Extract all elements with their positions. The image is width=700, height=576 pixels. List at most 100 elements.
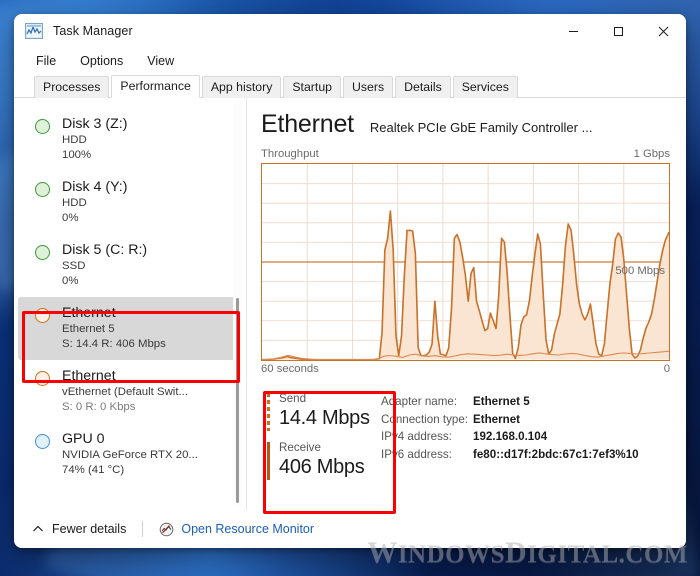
- ipv6-address-label: IPv6 address:: [381, 447, 452, 461]
- sidebar-item-vethernet[interactable]: Ethernet vEthernet (Default Swit... S: 0…: [18, 360, 236, 423]
- chevron-up-icon: [33, 525, 43, 532]
- menu-bar: File Options View: [14, 48, 686, 74]
- sidebar-item-title: Disk 5 (C: R:): [62, 242, 148, 258]
- page-title: Ethernet: [261, 110, 354, 138]
- sidebar-item-title: Disk 4 (Y:): [62, 179, 128, 195]
- stats-row: Send 14.4 Mbps Receive 406 Mbps Adapter …: [261, 391, 670, 480]
- menu-item-view[interactable]: View: [145, 52, 176, 70]
- watermark-part-2: indows: [397, 541, 506, 568]
- status-dot-icon: [35, 371, 50, 386]
- sidebar-item-disk-3[interactable]: Disk 3 (Z:) HDD 100%: [18, 108, 236, 171]
- task-manager-window: Task Manager File Options View Processes…: [14, 14, 686, 548]
- fewer-details-button[interactable]: Fewer details: [32, 522, 126, 536]
- maximize-button[interactable]: [596, 14, 641, 48]
- graph-label: Throughput: [261, 148, 319, 160]
- adapter-info-row: IPv6 address: fe80::d17f:2bdc:67c1:7ef3%…: [381, 446, 670, 464]
- status-dot-icon: [35, 119, 50, 134]
- status-dot-icon: [35, 434, 50, 449]
- tab-startup[interactable]: Startup: [283, 76, 341, 98]
- menu-item-options[interactable]: Options: [78, 52, 125, 70]
- receive-stat: Receive 406 Mbps: [267, 440, 381, 480]
- sidebar-item-title: Ethernet: [62, 305, 116, 321]
- send-value: 14.4 Mbps: [279, 407, 370, 429]
- window-title: Task Manager: [53, 24, 133, 38]
- graph-time-start: 60 seconds: [261, 363, 319, 375]
- receive-value: 406 Mbps: [279, 456, 365, 478]
- performance-detail-panel: Ethernet Realtek PCIe GbE Family Control…: [247, 98, 686, 510]
- sidebar-item-metric: 100%: [62, 149, 92, 161]
- sidebar-item-disk-4[interactable]: Disk 4 (Y:) HDD 0%: [18, 171, 236, 234]
- tab-processes[interactable]: Processes: [34, 76, 110, 98]
- tab-performance[interactable]: Performance: [111, 75, 200, 98]
- fewer-details-label: Fewer details: [52, 522, 127, 536]
- menu-item-file[interactable]: File: [34, 52, 58, 70]
- adapter-info-table: Adapter name: Ethernet 5 Connection type…: [381, 391, 670, 480]
- adapter-info-row: Connection type: Ethernet: [381, 411, 670, 429]
- send-receive-stats: Send 14.4 Mbps Receive 406 Mbps: [261, 391, 381, 480]
- adapter-info-row: Adapter name: Ethernet 5: [381, 393, 670, 411]
- sidebar-item-metric: S: 14.4 R: 406 Mbps: [62, 338, 166, 350]
- sidebar-item-metric: S: 0 R: 0 Kbps: [62, 401, 136, 413]
- graph-marker-label: 500 Mbps: [615, 265, 665, 277]
- watermark-part-1: W: [367, 536, 398, 569]
- window-controls: [551, 14, 686, 48]
- receive-legend-swatch: [267, 442, 270, 480]
- ipv4-address-label: IPv4 address:: [381, 430, 452, 443]
- status-dot-icon: [35, 245, 50, 260]
- sidebar-item-subtitle: HDD: [62, 197, 87, 209]
- connection-type-label: Connection type:: [381, 412, 469, 426]
- send-legend-swatch: [267, 393, 270, 431]
- send-label: Send: [279, 392, 307, 405]
- status-dot-icon: [35, 182, 50, 197]
- graph-max-label: 1 Gbps: [633, 148, 670, 160]
- watermark-part-3: D: [505, 536, 528, 569]
- tab-services[interactable]: Services: [452, 76, 518, 98]
- adapter-info-row: IPv4 address: 192.168.0.104: [381, 428, 670, 446]
- sidebar-item-title: GPU 0: [62, 431, 105, 447]
- sidebar-item-subtitle: NVIDIA GeForce RTX 20...: [62, 449, 198, 461]
- sidebar-item-subtitle: SSD: [62, 260, 86, 272]
- maximize-icon: [614, 26, 623, 36]
- sidebar-item-ethernet-5[interactable]: Ethernet Ethernet 5 S: 14.4 R: 406 Mbps: [18, 297, 236, 360]
- status-dot-icon: [35, 308, 50, 323]
- title-bar[interactable]: Task Manager: [14, 14, 686, 48]
- throughput-graph[interactable]: 500 Mbps: [261, 163, 670, 361]
- sidebar-item-metric: 0%: [62, 275, 79, 287]
- receive-label: Receive: [279, 441, 321, 454]
- tab-users[interactable]: Users: [343, 76, 394, 98]
- sidebar-item-disk-5[interactable]: Disk 5 (C: R:) SSD 0%: [18, 234, 236, 297]
- sidebar-item-metric: 0%: [62, 212, 79, 224]
- throughput-chart-svg: [262, 164, 669, 360]
- sidebar-item-gpu-0[interactable]: GPU 0 NVIDIA GeForce RTX 20... 74% (41 °…: [18, 423, 236, 486]
- close-button[interactable]: [641, 14, 686, 48]
- sidebar-scrollbar-thumb[interactable]: [236, 298, 239, 503]
- ipv6-address-value: fe80::d17f:2bdc:67c1:7ef3%10: [473, 447, 639, 461]
- adapter-name-value: Ethernet 5: [473, 395, 530, 408]
- minimize-button[interactable]: [551, 14, 596, 48]
- graph-time-end: 0: [663, 363, 670, 375]
- sidebar-item-subtitle: Ethernet 5: [62, 323, 115, 335]
- adapter-name-label: Adapter name:: [381, 395, 458, 408]
- connection-type-value: Ethernet: [473, 412, 521, 426]
- open-resource-monitor-label[interactable]: Open Resource Monitor: [181, 522, 314, 536]
- tab-details[interactable]: Details: [395, 76, 451, 98]
- sidebar-item-metric: 74% (41 °C): [62, 464, 125, 476]
- adapter-model-label: Realtek PCIe GbE Family Controller ...: [369, 120, 593, 135]
- tab-strip: Processes Performance App history Startu…: [14, 74, 686, 98]
- watermark: WindowsDigital.com: [367, 536, 688, 570]
- sidebar-item-title: Ethernet: [62, 368, 116, 384]
- performance-sidebar: Disk 3 (Z:) HDD 100% Disk 4 (Y:) HDD 0% …: [14, 98, 246, 510]
- window-body: Disk 3 (Z:) HDD 100% Disk 4 (Y:) HDD 0% …: [14, 98, 686, 510]
- sidebar-item-subtitle: HDD: [62, 134, 87, 146]
- open-resource-monitor-link[interactable]: Open Resource Monitor: [159, 522, 314, 537]
- chart-area-receive: [262, 211, 669, 360]
- task-manager-icon: [25, 23, 43, 39]
- footer-divider: [142, 521, 144, 537]
- graph-axis-header: Throughput 1 Gbps: [261, 148, 670, 160]
- close-icon: [658, 26, 669, 36]
- detail-header: Ethernet Realtek PCIe GbE Family Control…: [261, 110, 670, 139]
- ipv4-address-value: 192.168.0.104: [473, 430, 548, 443]
- resource-monitor-icon: [160, 522, 174, 536]
- tab-app-history[interactable]: App history: [201, 76, 282, 98]
- sidebar-item-title: Disk 3 (Z:): [62, 116, 128, 132]
